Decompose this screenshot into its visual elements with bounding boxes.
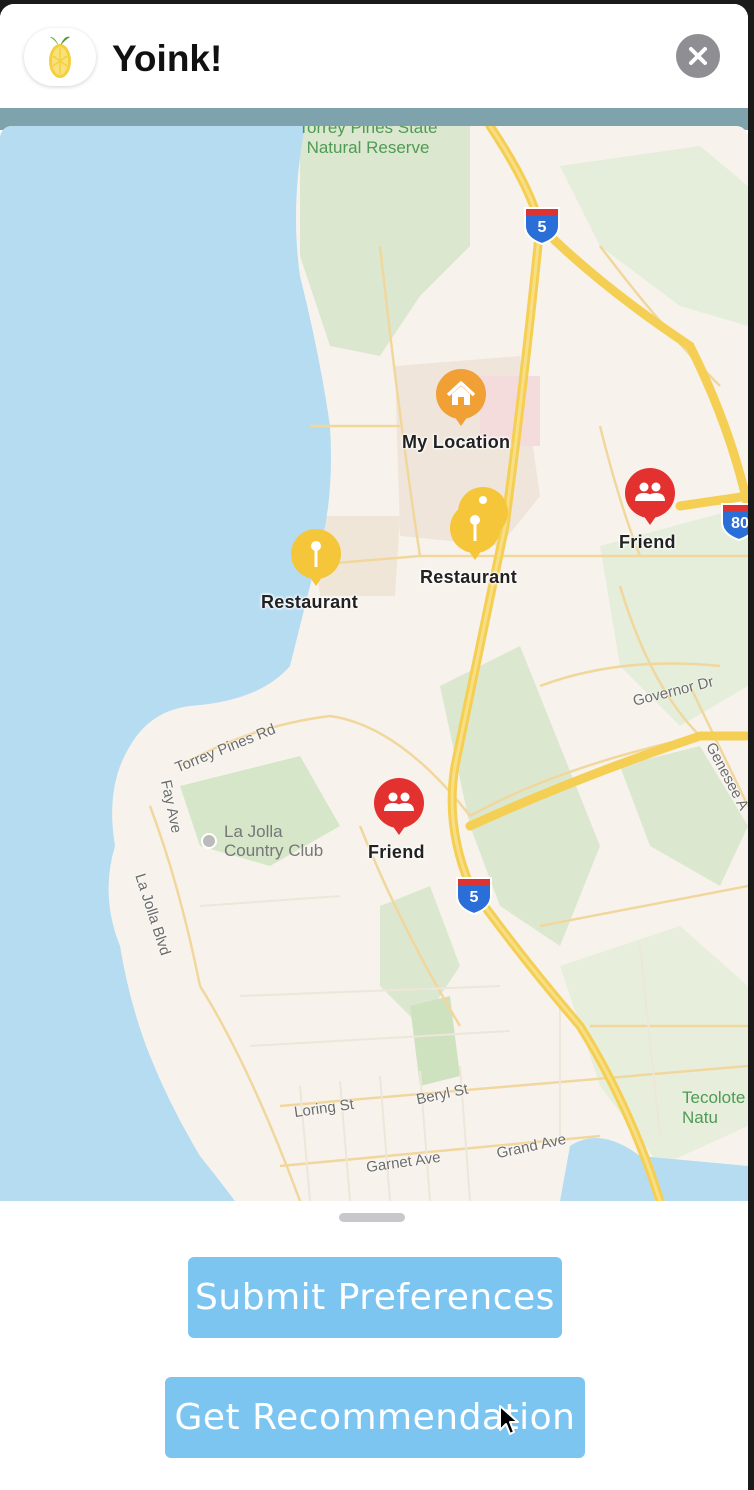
place-label-torrey-pines: Torrey Pines State Natural Reserve: [298, 126, 438, 157]
mouse-cursor-icon: [498, 1404, 520, 1443]
app-title: Yoink!: [112, 38, 223, 79]
i5-shield-north: 5: [524, 207, 560, 246]
friend-label-south: Friend: [368, 842, 425, 862]
bottom-grabber[interactable]: [339, 1213, 405, 1222]
friend-label-east: Friend: [619, 532, 676, 552]
close-icon: [689, 47, 707, 65]
map-view[interactable]: 5 5 80 Torrey Pines State Natural Reserv…: [0, 126, 748, 1201]
lemon-icon: [24, 28, 96, 86]
svg-text:5: 5: [538, 219, 547, 236]
my-location-label: My Location: [402, 432, 511, 452]
close-button[interactable]: [676, 34, 720, 78]
i5-shield-south: 5: [456, 877, 492, 916]
app-header: Yoink!: [0, 4, 748, 108]
screen-edge: [748, 0, 754, 1490]
map-canvas: 5 5 80: [0, 126, 748, 1201]
submit-preferences-button[interactable]: Submit Preferences: [188, 1257, 562, 1338]
svg-text:5: 5: [470, 889, 479, 906]
place-label-tecolote: Tecolote Natu: [682, 1088, 746, 1127]
place-label-la-jolla-cc: La Jolla Country Club: [224, 822, 324, 860]
get-recommendation-button[interactable]: Get Recommendation: [165, 1377, 585, 1458]
restaurant-label-east: Restaurant: [420, 567, 518, 587]
svg-text:80: 80: [731, 515, 748, 532]
restaurant-label-west: Restaurant: [261, 592, 359, 612]
